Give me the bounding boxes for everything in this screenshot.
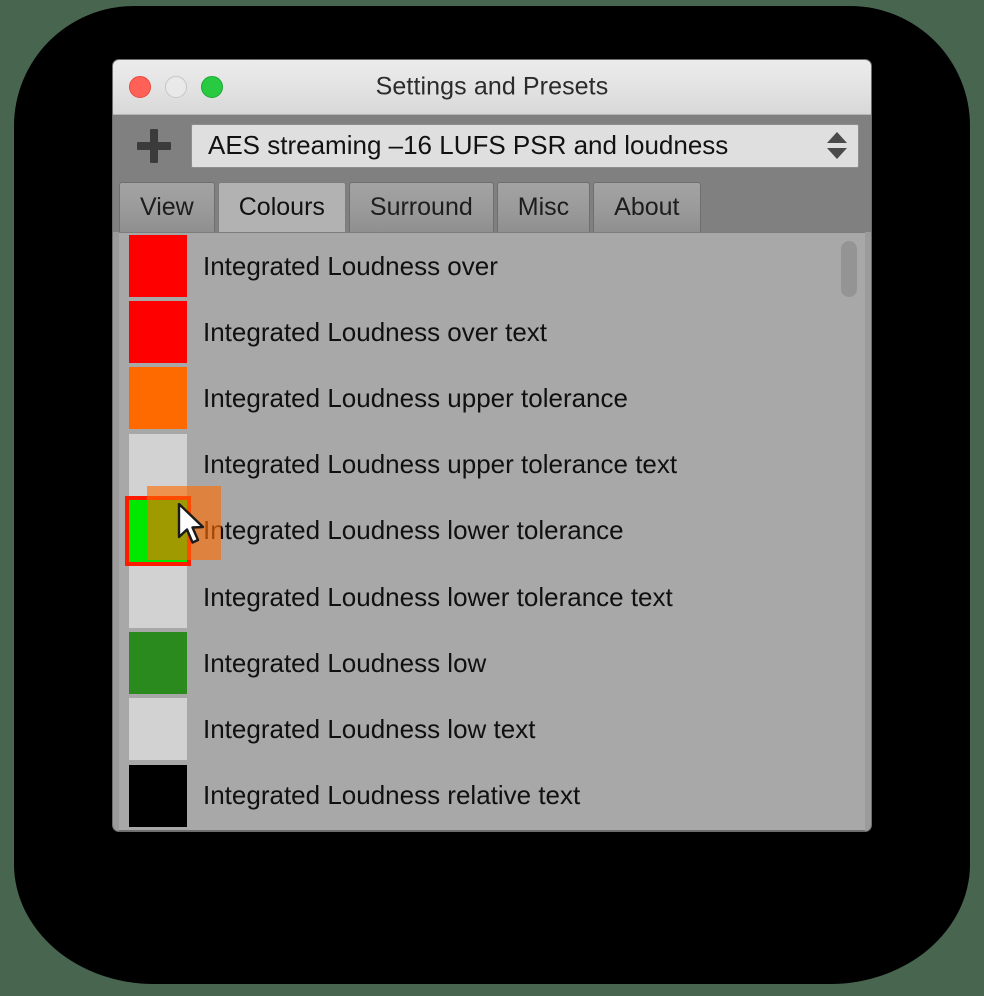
settings-and-presets-window: Settings and Presets AES streaming –16 L… bbox=[112, 59, 872, 832]
colour-swatch[interactable] bbox=[129, 764, 187, 827]
tab-label: Surround bbox=[369, 193, 473, 221]
colour-swatch[interactable] bbox=[129, 301, 187, 364]
colour-row-label: Integrated Loudness upper tolerance text bbox=[203, 449, 678, 480]
triangle-up-icon[interactable] bbox=[827, 132, 847, 143]
preset-stepper[interactable] bbox=[822, 126, 852, 166]
triangle-down-icon[interactable] bbox=[827, 148, 847, 159]
colour-swatch[interactable] bbox=[125, 495, 191, 566]
preset-combobox[interactable]: AES streaming –16 LUFS PSR and loudness bbox=[191, 123, 859, 168]
tab-surround[interactable]: Surround bbox=[348, 182, 494, 232]
colour-row-list: Integrated Loudness over Integrated Loudn… bbox=[119, 233, 865, 830]
preset-toolbar: AES streaming –16 LUFS PSR and loudness bbox=[113, 115, 871, 176]
colour-row[interactable]: Integrated Loudness low bbox=[129, 630, 865, 696]
colour-row[interactable]: Integrated Loudness over bbox=[129, 233, 865, 299]
colour-row-label: Integrated Loudness over text bbox=[203, 316, 548, 347]
colour-row-label: Integrated Loudness low text bbox=[203, 713, 536, 744]
colour-row-label: Integrated Loudness over bbox=[203, 250, 498, 281]
colour-swatch[interactable] bbox=[129, 698, 187, 761]
colour-row-label: Integrated Loudness lower tolerance bbox=[203, 515, 624, 546]
colour-row[interactable]: Integrated Loudness relative text bbox=[129, 763, 865, 829]
colour-list-panel: Integrated Loudness over Integrated Loudn… bbox=[119, 232, 865, 831]
colour-row[interactable]: Integrated Loudness lower tolerance text bbox=[129, 564, 865, 630]
colour-row-label: Integrated Loudness low bbox=[203, 647, 487, 678]
tab-label: Colours bbox=[238, 193, 325, 221]
colour-swatch[interactable] bbox=[129, 367, 187, 430]
tab-label: View bbox=[140, 193, 194, 221]
scrollbar-thumb[interactable] bbox=[841, 241, 857, 297]
vertical-scrollbar[interactable] bbox=[839, 237, 859, 826]
preset-selected-value: AES streaming –16 LUFS PSR and loudness bbox=[208, 130, 729, 160]
window-titlebar: Settings and Presets bbox=[113, 60, 871, 115]
colour-row[interactable]: Integrated Loudness low text bbox=[129, 696, 865, 762]
tab-misc[interactable]: Misc bbox=[496, 182, 591, 232]
desktop-background: Settings and Presets AES streaming –16 L… bbox=[0, 0, 984, 996]
plus-icon[interactable] bbox=[131, 123, 177, 169]
settings-tabbar: View Colours Surround Misc About bbox=[113, 176, 871, 232]
tab-view[interactable]: View bbox=[119, 182, 215, 232]
colour-swatch[interactable] bbox=[129, 566, 187, 629]
colour-swatch[interactable] bbox=[129, 632, 187, 695]
colour-swatch[interactable] bbox=[129, 433, 187, 496]
colour-row[interactable]: Integrated Loudness lower tolerance bbox=[125, 495, 865, 566]
colour-row-label: Integrated Loudness upper tolerance bbox=[203, 382, 628, 413]
colour-row-label: Integrated Loudness relative text bbox=[203, 780, 581, 811]
window-title: Settings and Presets bbox=[375, 72, 609, 101]
tab-label: About bbox=[614, 193, 680, 221]
colour-row[interactable]: Integrated Loudness upper tolerance text bbox=[129, 432, 865, 498]
colour-swatch[interactable] bbox=[129, 235, 187, 298]
colour-row[interactable]: Integrated Loudness upper tolerance bbox=[129, 365, 865, 431]
tab-colours[interactable]: Colours bbox=[217, 182, 346, 232]
colour-row-label: Integrated Loudness lower tolerance text bbox=[203, 581, 673, 612]
tab-about[interactable]: About bbox=[593, 182, 701, 232]
tab-label: Misc bbox=[517, 193, 570, 221]
colour-row[interactable]: Integrated Loudness over text bbox=[129, 299, 865, 365]
